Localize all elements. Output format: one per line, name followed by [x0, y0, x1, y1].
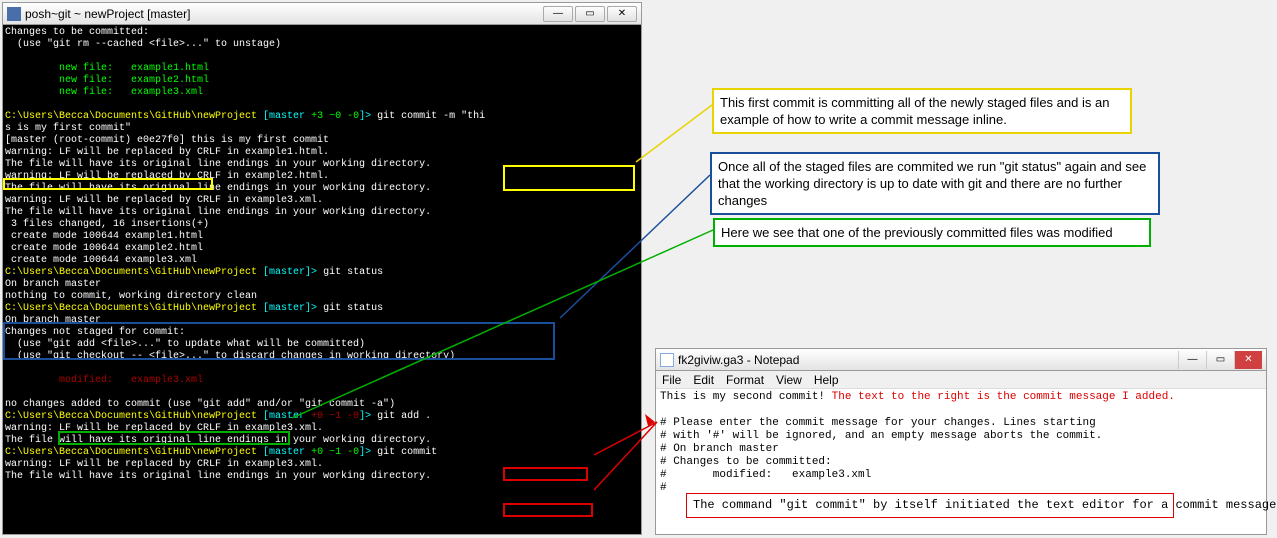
output-line: The file will have its original line end… — [5, 183, 431, 194]
output-line: warning: LF will be replaced by CRLF in … — [5, 147, 329, 158]
command-text: git status — [323, 303, 383, 314]
comment-line: # with '#' will be ignored, and an empty… — [660, 430, 1102, 442]
highlight-commit-msg — [503, 165, 635, 191]
prompt-path: C:\Users\Becca\Documents\GitHub\newProje… — [5, 267, 257, 278]
command-text: git add . — [377, 411, 431, 422]
powershell-icon — [7, 7, 21, 21]
prompt-path: C:\Users\Becca\Documents\GitHub\newProje… — [5, 447, 257, 458]
comment-line: # Please enter the commit message for yo… — [660, 417, 1096, 429]
branch-label: [master — [257, 411, 305, 422]
modified-file: modified: example3.xml — [5, 375, 203, 386]
menu-view[interactable]: View — [776, 373, 802, 387]
command-text: s is my first commit" — [5, 123, 131, 134]
terminal-window: posh~git ~ newProject [master] — ▭ ✕ Cha… — [2, 2, 642, 535]
staged-file: new file: example3.xml — [5, 87, 203, 98]
output-line: On branch master — [5, 279, 101, 290]
output-line: The file will have its original line end… — [5, 159, 431, 170]
highlight-git-add — [503, 467, 588, 481]
notepad-titlebar: fk2giviw.ga3 - Notepad — ▭ ✕ — [656, 349, 1266, 371]
annotation-callout-4: The command "git commit" by itself initi… — [686, 493, 1174, 518]
output-line: [master (root-commit) e0e27f0] this is m… — [5, 135, 329, 146]
command-text: git commit — [377, 447, 437, 458]
output-line: create mode 100644 example3.xml — [5, 255, 197, 266]
branch-stats: +0 ~1 -0 — [305, 447, 359, 458]
commit-msg-text: This is my second commit! — [660, 391, 825, 403]
minimize-button[interactable]: — — [1178, 351, 1206, 369]
output-line: Changes not staged for commit: — [5, 327, 185, 338]
notepad-window: fk2giviw.ga3 - Notepad — ▭ ✕ File Edit F… — [655, 348, 1267, 535]
output-line: The file will have its original line end… — [5, 471, 431, 482]
output-line: The file will have its original line end… — [5, 435, 431, 446]
output-line: The file will have its original line end… — [5, 207, 431, 218]
command-text: git status — [323, 267, 383, 278]
notepad-title: fk2giviw.ga3 - Notepad — [678, 353, 1178, 367]
notepad-icon — [660, 353, 674, 367]
annotation-callout-1: This first commit is committing all of t… — [712, 88, 1132, 134]
branch-stats: +0 ~1 -0 — [305, 411, 359, 422]
staged-file: new file: example2.html — [5, 75, 209, 86]
comment-line: # modified: example3.xml — [660, 469, 871, 481]
close-button[interactable]: ✕ — [607, 6, 637, 22]
comment-line: # Changes to be committed: — [660, 456, 832, 468]
output-line: (use "git add <file>..." to update what … — [5, 339, 365, 350]
output-line: (use "git checkout -- <file>..." to disc… — [5, 351, 455, 362]
branch-label: [master — [257, 111, 305, 122]
prompt-path: C:\Users\Becca\Documents\GitHub\newProje… — [5, 111, 257, 122]
output-line: warning: LF will be replaced by CRLF in … — [5, 171, 329, 182]
maximize-button[interactable]: ▭ — [575, 6, 605, 22]
prompt-path: C:\Users\Becca\Documents\GitHub\newProje… — [5, 411, 257, 422]
output-line: nothing to commit, working directory cle… — [5, 291, 257, 302]
command-text: git commit -m "thi — [377, 111, 485, 122]
terminal-titlebar: posh~git ~ newProject [master] — ▭ ✕ — [3, 3, 641, 25]
branch-label: [master]> — [257, 267, 323, 278]
menu-help[interactable]: Help — [814, 373, 839, 387]
menu-format[interactable]: Format — [726, 373, 764, 387]
menu-edit[interactable]: Edit — [693, 373, 714, 387]
window-controls: — ▭ ✕ — [1178, 351, 1262, 369]
branch-end: ]> — [359, 111, 377, 122]
annotation-callout-3: Here we see that one of the previously c… — [713, 218, 1151, 247]
terminal-body[interactable]: Changes to be committed: (use "git rm --… — [3, 25, 641, 534]
annotation-callout-2: Once all of the staged files are commite… — [710, 152, 1160, 215]
output-line: no changes added to commit (use "git add… — [5, 399, 395, 410]
annotation-inline: The text to the right is the commit mess… — [832, 391, 1175, 403]
branch-end: ]> — [359, 411, 377, 422]
notepad-body[interactable]: This is my second commit! The text to th… — [656, 389, 1266, 534]
output-line: create mode 100644 example1.html — [5, 231, 203, 242]
comment-line: # — [660, 482, 667, 494]
branch-stats: +3 ~0 -0 — [305, 111, 359, 122]
output-line: Changes to be committed: — [5, 27, 149, 38]
menu-file[interactable]: File — [662, 373, 681, 387]
output-line: create mode 100644 example2.html — [5, 243, 203, 254]
terminal-title: posh~git ~ newProject [master] — [25, 7, 543, 21]
maximize-button[interactable]: ▭ — [1206, 351, 1234, 369]
prompt-path: C:\Users\Becca\Documents\GitHub\newProje… — [5, 303, 257, 314]
output-line: warning: LF will be replaced by CRLF in … — [5, 423, 323, 434]
output-line: 3 files changed, 16 insertions(+) — [5, 219, 209, 230]
staged-file: new file: example1.html — [5, 63, 209, 74]
minimize-button[interactable]: — — [543, 6, 573, 22]
close-button[interactable]: ✕ — [1234, 351, 1262, 369]
branch-label: [master — [257, 447, 305, 458]
output-line: (use "git rm --cached <file>..." to unst… — [5, 39, 281, 50]
output-line: warning: LF will be replaced by CRLF in … — [5, 459, 323, 470]
branch-label: [master]> — [257, 303, 323, 314]
output-line: warning: LF will be replaced by CRLF in … — [5, 195, 323, 206]
window-controls: — ▭ ✕ — [543, 6, 637, 22]
output-line: On branch master — [5, 315, 101, 326]
notepad-menubar: File Edit Format View Help — [656, 371, 1266, 389]
comment-line: # On branch master — [660, 443, 779, 455]
branch-end: ]> — [359, 447, 377, 458]
highlight-git-commit — [503, 503, 593, 517]
